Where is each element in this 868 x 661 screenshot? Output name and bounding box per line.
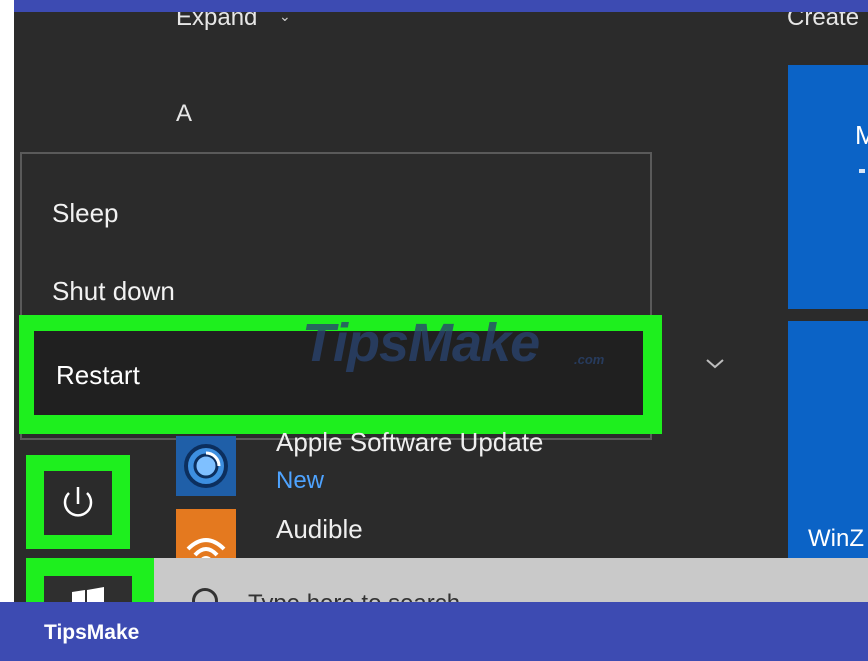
app-name[interactable]: Audible (276, 514, 363, 545)
footer-bar: TipsMake (0, 602, 868, 661)
section-letter-a[interactable]: A (176, 100, 192, 128)
start-tile[interactable]: M (788, 65, 868, 309)
taskbar: Type here to search (28, 558, 868, 602)
chevron-down-icon: ⌄ (279, 12, 291, 24)
chevron-down-icon[interactable] (704, 357, 726, 371)
restart-label: Restart (56, 360, 140, 390)
create-label: Create (787, 12, 860, 31)
search-icon[interactable] (192, 588, 218, 602)
windows-logo-icon (72, 587, 104, 602)
search-box[interactable]: Type here to search (248, 590, 460, 602)
watermark-logo: TipsMake (302, 313, 540, 373)
tile-label: M (855, 120, 868, 150)
start-button[interactable] (44, 576, 132, 602)
apple-update-icon (176, 436, 236, 496)
app-name[interactable]: Apple Software Update (276, 427, 543, 458)
brand-label: TipsMake (44, 621, 140, 644)
winzip-tile[interactable]: WinZ (788, 321, 868, 561)
new-badge: New (276, 467, 325, 494)
frame-left-border (0, 0, 14, 661)
shut-down-menu-item[interactable]: Shut down (52, 276, 175, 307)
start-menu: Expand ⌄ Create A M WinZ Sleep Shut down… (14, 12, 868, 602)
expand-button[interactable]: Expand (176, 12, 257, 32)
power-icon (63, 487, 93, 517)
watermark-suffix: .com (574, 352, 605, 367)
frame-top-bar (0, 0, 868, 12)
tile-label: WinZ (808, 525, 864, 552)
sleep-menu-item[interactable]: Sleep (52, 198, 119, 229)
power-button[interactable] (44, 471, 112, 535)
tile-glyph (859, 169, 865, 173)
